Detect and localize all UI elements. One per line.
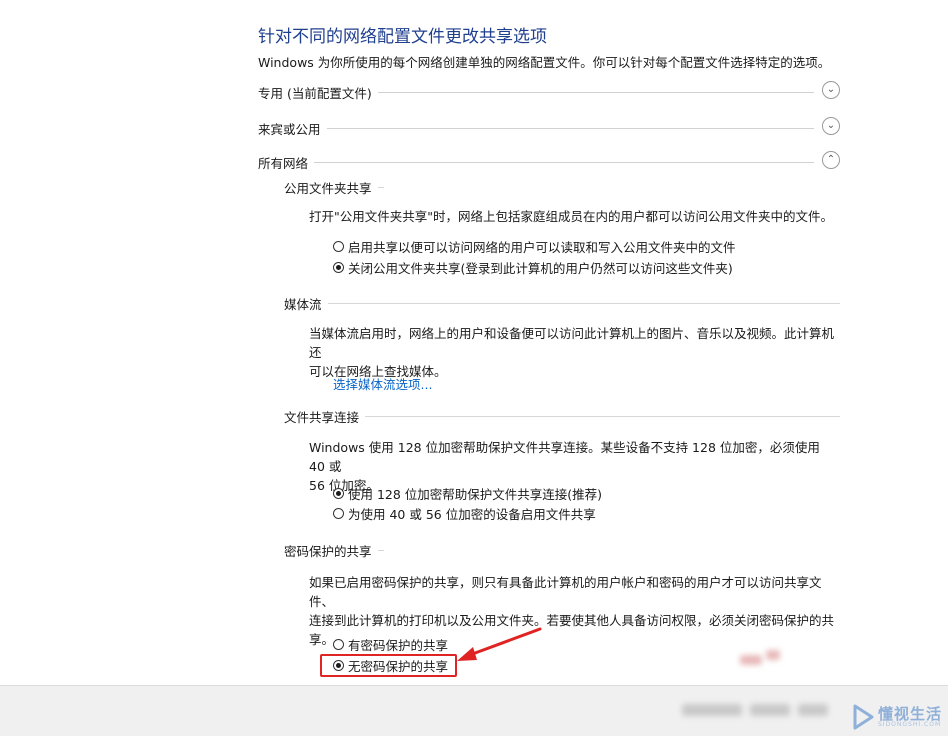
radio-label: 使用 128 位加密帮助保护文件共享连接(推荐) — [348, 486, 603, 502]
divider — [284, 416, 840, 417]
blurred-region — [766, 650, 780, 660]
radio-circle-icon[interactable] — [333, 638, 344, 650]
page-description: Windows 为你所使用的每个网络创建单独的网络配置文件。你可以针对每个配置文… — [258, 55, 831, 70]
radio-label: 为使用 40 或 56 位加密的设备启用文件共享 — [348, 506, 596, 522]
profile-header-guest-public[interactable]: 来宾或公用 ⌄ — [258, 116, 840, 140]
divider — [258, 162, 814, 163]
chevron-up-icon[interactable]: ⌃ — [822, 151, 840, 169]
blurred-region — [750, 704, 790, 716]
watermark-en: SIDONGSHI.COM — [877, 720, 942, 728]
divider — [284, 303, 840, 304]
page-title: 针对不同的网络配置文件更改共享选项 — [258, 27, 547, 47]
radio-password-protected[interactable]: 有密码保护的共享 — [333, 635, 448, 653]
text-line: 当媒体流启用时，网络上的用户和设备便可以访问此计算机上的图片、音乐以及视频。此计… — [309, 326, 835, 360]
file-sharing-connections-header: 文件共享连接 — [284, 405, 840, 426]
radio-circle-icon[interactable] — [333, 240, 344, 252]
radio-circle-icon[interactable] — [333, 507, 344, 519]
site-watermark: 懂视生活 SIDONGSHI.COM — [852, 704, 942, 730]
section-heading: 媒体流 — [284, 294, 328, 313]
radio-selected-icon[interactable] — [333, 261, 344, 273]
profile-label: 所有网络 — [258, 153, 315, 172]
profile-label: 专用 (当前配置文件) — [258, 83, 378, 102]
annotation-arrow-icon — [457, 627, 542, 661]
media-streaming-header: 媒体流 — [284, 292, 840, 313]
profile-header-all-networks[interactable]: 所有网络 ⌃ — [258, 150, 840, 174]
divider — [258, 128, 814, 129]
profile-label: 来宾或公用 — [258, 119, 327, 138]
radio-40-56bit-encryption[interactable]: 为使用 40 或 56 位加密的设备启用文件共享 — [333, 504, 596, 522]
radio-disable-public-sharing[interactable]: 关闭公用文件夹共享(登录到此计算机的用户仍然可以访问这些文件夹) — [333, 258, 733, 276]
footer-bar: 懂视生活 SIDONGSHI.COM — [0, 685, 948, 736]
public-folder-sharing-header: 公用文件夹共享 — [284, 176, 840, 197]
radio-128bit-encryption[interactable]: 使用 128 位加密帮助保护文件共享连接(推荐) — [333, 484, 602, 502]
radio-enable-public-sharing[interactable]: 启用共享以便可以访问网络的用户可以读取和写入公用文件夹中的文件 — [333, 237, 736, 255]
chevron-down-icon[interactable]: ⌄ — [822, 81, 840, 99]
text-line: 如果已启用密码保护的共享，则只有具备此计算机的用户帐户和密码的用户才可以访问共享… — [309, 575, 822, 609]
media-streaming-description: 当媒体流启用时，网络上的用户和设备便可以访问此计算机上的图片、音乐以及视频。此计… — [309, 324, 839, 381]
profile-header-private[interactable]: 专用 (当前配置文件) ⌄ — [258, 80, 840, 104]
radio-label: 有密码保护的共享 — [348, 637, 449, 653]
blurred-region — [682, 704, 742, 716]
sharing-settings-panel: 针对不同的网络配置文件更改共享选项 Windows 为你所使用的每个网络创建单独… — [0, 0, 948, 685]
text-line: Windows 使用 128 位加密帮助保护文件共享连接。某些设备不支持 128… — [309, 440, 820, 474]
radio-selected-icon[interactable] — [333, 487, 344, 499]
section-heading: 公用文件夹共享 — [284, 178, 378, 197]
watermark-cn: 懂视生活 — [877, 704, 942, 723]
play-logo-icon — [853, 704, 874, 730]
chevron-down-icon[interactable]: ⌄ — [822, 117, 840, 135]
public-folder-description: 打开"公用文件夹共享"时，网络上包括家庭组成员在内的用户都可以访问公用文件夹中的… — [309, 209, 834, 224]
media-streaming-options-link[interactable]: 选择媒体流选项... — [333, 374, 432, 393]
radio-label: 启用共享以便可以访问网络的用户可以读取和写入公用文件夹中的文件 — [348, 239, 736, 255]
blurred-region — [798, 704, 828, 716]
section-heading: 密码保护的共享 — [284, 541, 378, 560]
annotation-highlight-box — [320, 654, 457, 677]
text-line: 连接到此计算机的打印机以及公用文件夹。若要使其他人具备访问权限，必须关闭密码保护… — [309, 613, 835, 628]
radio-label: 关闭公用文件夹共享(登录到此计算机的用户仍然可以访问这些文件夹) — [348, 260, 733, 276]
password-protected-sharing-header: 密码保护的共享 — [284, 539, 840, 560]
section-heading: 文件共享连接 — [284, 407, 366, 426]
blurred-region — [740, 655, 762, 665]
